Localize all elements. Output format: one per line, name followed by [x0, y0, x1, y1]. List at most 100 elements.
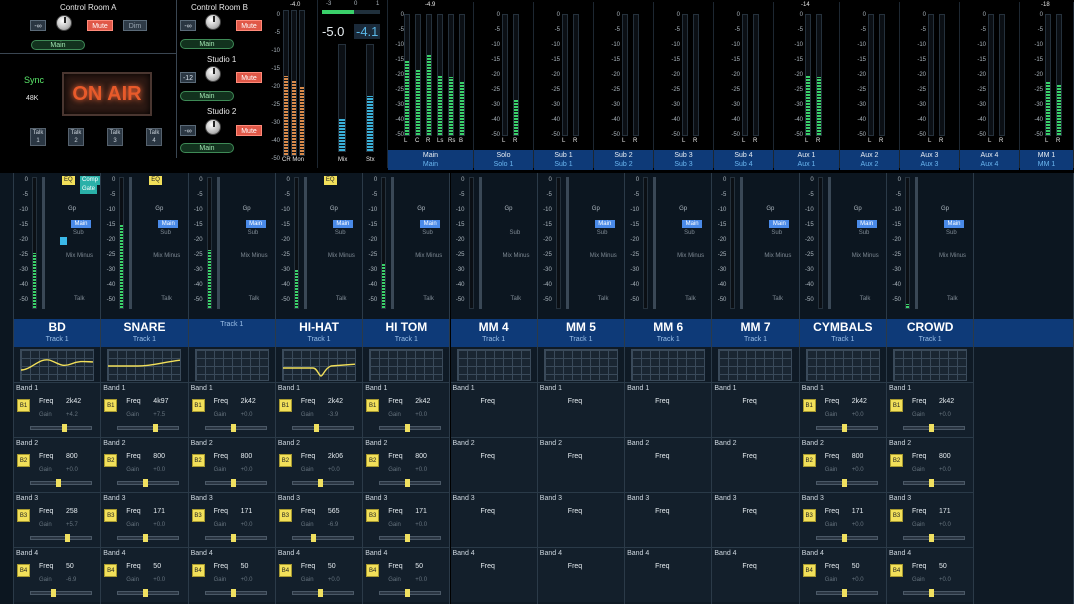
band-gain-slider[interactable] [815, 589, 878, 597]
band-enable-button[interactable]: B4 [104, 564, 118, 577]
freq-value[interactable]: 258 [66, 508, 86, 515]
band-gain-slider[interactable] [291, 534, 354, 542]
slider-thumb[interactable] [841, 424, 847, 432]
slider-thumb[interactable] [143, 534, 149, 542]
band-gain-slider[interactable] [30, 424, 92, 432]
gain-value[interactable]: +0.0 [852, 577, 864, 583]
band-gain-slider[interactable] [117, 479, 180, 487]
channel-fader-track[interactable] [42, 177, 45, 309]
talk-1-button[interactable]: Talk 1 [30, 128, 46, 146]
gain-value[interactable]: +0.0 [153, 467, 165, 473]
freq-value[interactable]: 50 [153, 563, 173, 570]
band-gain-slider[interactable] [117, 424, 180, 432]
slider-thumb[interactable] [310, 534, 316, 542]
freq-value[interactable]: 2k42 [939, 398, 959, 405]
pan-indicator[interactable] [60, 237, 67, 245]
studio-1-level-button[interactable]: -12 [180, 72, 196, 83]
band-gain-slider[interactable] [30, 479, 92, 487]
eq-curve-graph[interactable] [631, 349, 706, 381]
slider-thumb[interactable] [929, 424, 935, 432]
band-enable-button[interactable]: B3 [890, 509, 903, 522]
freq-value[interactable]: 171 [415, 508, 435, 515]
slider-thumb[interactable] [230, 589, 236, 597]
cr-b-source-button[interactable]: Main [180, 39, 234, 49]
channel-name-bar[interactable]: SNARE Track 1 [101, 319, 188, 347]
freq-value[interactable]: 2k42 [241, 398, 261, 405]
channel-fader-track[interactable] [216, 177, 220, 309]
cr-b-mute-button[interactable]: Mute [236, 20, 262, 31]
eq-curve-graph[interactable] [893, 349, 967, 381]
channel-fader-track[interactable] [915, 177, 918, 309]
band-enable-button[interactable]: B3 [17, 509, 30, 522]
gain-value[interactable]: +0.0 [153, 577, 165, 583]
freq-value[interactable]: 50 [939, 563, 959, 570]
band-enable-button[interactable]: B1 [278, 399, 292, 412]
band-gain-slider[interactable] [30, 589, 92, 597]
main-assign-button[interactable]: Main [420, 220, 441, 228]
freq-value[interactable]: 800 [939, 453, 959, 460]
sub-assign-label[interactable]: Sub [859, 230, 870, 236]
studio-1-source-button[interactable]: Main [180, 91, 234, 101]
band-enable-button[interactable]: B3 [278, 509, 292, 522]
studio-1-mute-button[interactable]: Mute [236, 72, 262, 83]
studio-1-volume-knob[interactable] [205, 66, 221, 82]
slider-thumb[interactable] [405, 589, 411, 597]
channel-fader-track[interactable] [565, 177, 569, 309]
talk-label[interactable]: Talk [74, 296, 85, 302]
band-gain-slider[interactable] [379, 479, 442, 487]
sub-assign-label[interactable]: Sub [597, 230, 608, 236]
gain-value[interactable]: -6.9 [66, 577, 76, 583]
talk-label[interactable]: Talk [161, 296, 172, 302]
band-gain-slider[interactable] [204, 479, 267, 487]
mix-minus-label[interactable]: Mix Minus [939, 253, 966, 259]
sub-assign-label[interactable]: Sub [422, 230, 433, 236]
slider-thumb[interactable] [405, 479, 411, 487]
main-assign-button[interactable]: Main [332, 220, 353, 228]
gain-value[interactable]: +0.0 [241, 467, 253, 473]
mix-minus-label[interactable]: Mix Minus [153, 253, 180, 259]
slider-thumb[interactable] [314, 424, 320, 432]
eq-badge[interactable]: EQ [62, 176, 75, 185]
gain-value[interactable]: +0.0 [415, 522, 427, 528]
channel-name-bar[interactable]: BD Track 1 [14, 319, 101, 347]
band-gain-slider[interactable] [815, 479, 878, 487]
band-gain-slider[interactable] [379, 424, 442, 432]
mix-minus-label[interactable]: Mix Minus [677, 253, 704, 259]
talk-4-button[interactable]: Talk 4 [146, 128, 162, 146]
freq-value[interactable]: 2k42 [852, 398, 872, 405]
band-enable-button[interactable]: B2 [17, 454, 30, 467]
studio-2-volume-knob[interactable] [205, 119, 221, 135]
mix-minus-label[interactable]: Mix Minus [66, 253, 93, 259]
mix-minus-label[interactable]: Mix Minus [415, 253, 442, 259]
gain-value[interactable]: +0.0 [939, 577, 951, 583]
channel-fader-track[interactable] [653, 177, 657, 309]
slider-thumb[interactable] [230, 534, 236, 542]
band-enable-button[interactable]: B4 [890, 564, 903, 577]
band-enable-button[interactable]: B3 [104, 509, 118, 522]
freq-value[interactable]: 800 [852, 453, 872, 460]
mix-minus-label[interactable]: Mix Minus [241, 253, 268, 259]
cr-a-source-button[interactable]: Main [31, 40, 85, 50]
gain-value[interactable]: +0.0 [153, 522, 165, 528]
cr-a-dim-button[interactable]: Dim [123, 20, 147, 31]
band-gain-slider[interactable] [291, 479, 354, 487]
gain-value[interactable]: +0.0 [241, 412, 253, 418]
freq-value[interactable]: 50 [415, 563, 435, 570]
talk-label[interactable]: Talk [423, 296, 434, 302]
band-gain-slider[interactable] [117, 589, 180, 597]
channel-fader-track[interactable] [827, 177, 831, 309]
band-gain-slider[interactable] [903, 424, 965, 432]
freq-value[interactable]: 800 [241, 453, 261, 460]
eq-curve-graph[interactable] [718, 349, 793, 381]
band-enable-button[interactable]: B2 [890, 454, 903, 467]
sub-assign-label[interactable]: Sub [510, 230, 521, 236]
gain-value[interactable]: +0.0 [328, 467, 340, 473]
band-enable-button[interactable]: B3 [802, 509, 816, 522]
eq-curve-graph[interactable] [20, 349, 94, 381]
band-gain-slider[interactable] [903, 589, 965, 597]
cr-a-volume-knob[interactable] [56, 15, 72, 31]
channel-name-bar[interactable]: MM 6 Track 1 [625, 319, 712, 347]
cr-b-level-button[interactable]: -∞ [180, 20, 196, 31]
main-assign-button[interactable]: Main [71, 220, 91, 228]
band-gain-slider[interactable] [117, 534, 180, 542]
